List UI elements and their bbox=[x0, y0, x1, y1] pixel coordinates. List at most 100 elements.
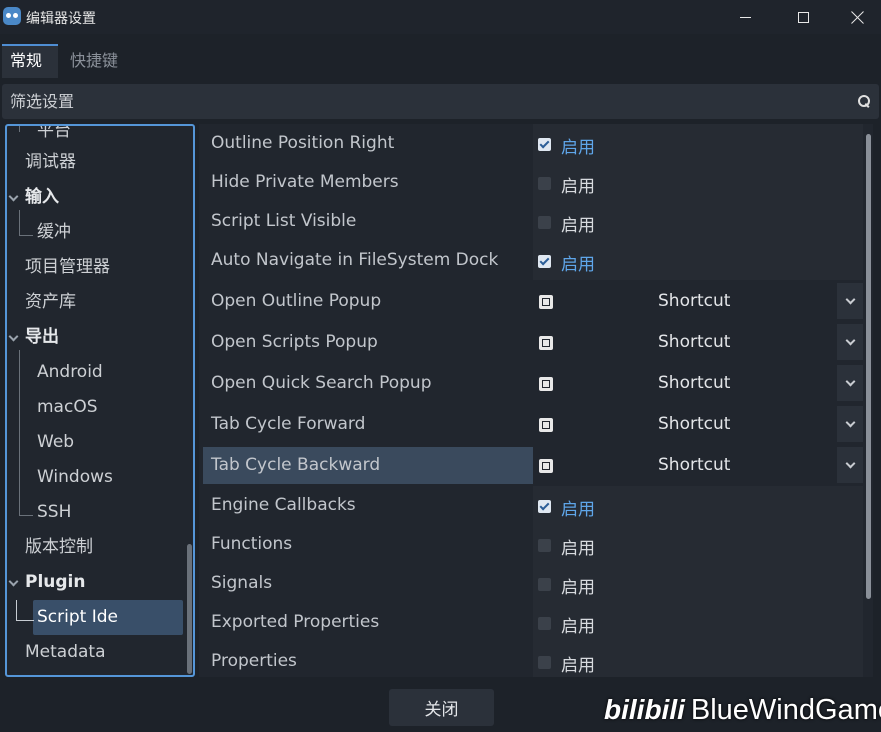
minimize-button[interactable] bbox=[716, 0, 774, 34]
checkbox[interactable] bbox=[538, 578, 551, 591]
tab-general[interactable]: 常规 bbox=[2, 44, 58, 78]
title-bar: 编辑器设置 bbox=[0, 0, 881, 34]
setting-row: Auto Navigate in FileSystem Dock 启用 bbox=[203, 241, 863, 280]
sidebar-scrollbar[interactable] bbox=[187, 544, 192, 674]
tree-item-label: Plugin bbox=[25, 572, 86, 592]
tree-item-label: Web bbox=[37, 432, 75, 452]
setting-label: Open Quick Search Popup bbox=[211, 373, 432, 393]
shortcut-value[interactable]: Shortcut bbox=[658, 291, 730, 311]
tree-item-label: 输入 bbox=[25, 187, 59, 207]
minimize-icon bbox=[739, 16, 751, 18]
tree-item-version-control[interactable]: 版本控制 bbox=[7, 530, 187, 565]
tree-item-input[interactable]: 输入 bbox=[7, 180, 187, 215]
tree-item-label: Script Ide bbox=[37, 607, 118, 627]
checkbox-label[interactable]: 启用 bbox=[561, 250, 595, 275]
tree-item-windows[interactable]: Windows bbox=[7, 460, 187, 495]
tree-item-label: 项目管理器 bbox=[25, 257, 110, 277]
setting-label: Script List Visible bbox=[211, 211, 357, 231]
setting-label: Properties bbox=[211, 651, 297, 671]
checkbox-label[interactable]: 启用 bbox=[561, 534, 595, 559]
setting-label: Auto Navigate in FileSystem Dock bbox=[211, 250, 499, 270]
checkbox-label[interactable]: 启用 bbox=[561, 612, 595, 637]
shortcut-value[interactable]: Shortcut bbox=[658, 455, 730, 475]
checkbox[interactable] bbox=[538, 216, 551, 229]
setting-row: Functions 启用 bbox=[203, 525, 863, 564]
shortcut-dropdown-button[interactable] bbox=[837, 447, 863, 483]
checkbox-label[interactable]: 启用 bbox=[561, 573, 595, 598]
shortcut-icon bbox=[539, 336, 553, 350]
setting-row: Script List Visible 启用 bbox=[203, 202, 863, 241]
tree-item-label: SSH bbox=[37, 502, 72, 522]
setting-label: Open Scripts Popup bbox=[211, 332, 378, 352]
setting-row: Engine Callbacks 启用 bbox=[203, 486, 863, 525]
setting-row: Hide Private Members 启用 bbox=[203, 163, 863, 202]
window-title: 编辑器设置 bbox=[26, 11, 96, 27]
setting-label: Exported Properties bbox=[211, 612, 380, 632]
watermark-text: BlueWindGame bbox=[690, 694, 881, 726]
chevron-down-icon[interactable] bbox=[8, 576, 19, 587]
tab-shortcuts[interactable]: 快捷键 bbox=[62, 44, 126, 78]
shortcut-dropdown-button[interactable] bbox=[837, 406, 863, 442]
shortcut-value[interactable]: Shortcut bbox=[658, 414, 730, 434]
tree-item-asset-library[interactable]: 资产库 bbox=[7, 285, 187, 320]
tree-item-label: Android bbox=[37, 362, 103, 382]
checkbox[interactable] bbox=[538, 539, 551, 552]
checkbox[interactable] bbox=[538, 255, 551, 268]
setting-row: Signals 启用 bbox=[203, 564, 863, 603]
checkbox[interactable] bbox=[538, 500, 551, 513]
shortcut-dropdown-button[interactable] bbox=[837, 365, 863, 401]
checkbox-label[interactable]: 启用 bbox=[561, 211, 595, 236]
tree-item-project-manager[interactable]: 项目管理器 bbox=[7, 250, 187, 285]
settings-category-tree[interactable]: 平台 调试器 输入 缓冲 项目管理器 资产库 导出 Android macOS … bbox=[5, 124, 195, 677]
settings-scrollbar[interactable] bbox=[866, 134, 871, 599]
tree-item-label: 资产库 bbox=[25, 292, 76, 312]
checkbox-label[interactable]: 启用 bbox=[561, 172, 595, 197]
checkbox-label[interactable]: 启用 bbox=[561, 133, 595, 158]
shortcut-dropdown-button[interactable] bbox=[837, 324, 863, 360]
maximize-button[interactable] bbox=[774, 0, 832, 34]
setting-row: Open Quick Search Popup Shortcut bbox=[203, 363, 863, 404]
chevron-down-icon[interactable] bbox=[8, 331, 19, 342]
bilibili-logo: bilibili bbox=[604, 694, 685, 725]
tab-bar: 常规 快捷键 bbox=[0, 44, 881, 78]
close-window-button[interactable] bbox=[833, 0, 881, 34]
checkbox[interactable] bbox=[538, 656, 551, 669]
shortcut-value[interactable]: Shortcut bbox=[658, 332, 730, 352]
setting-row-selected[interactable]: Tab Cycle Backward Shortcut bbox=[203, 445, 863, 486]
setting-label: Engine Callbacks bbox=[211, 495, 356, 515]
tree-item-metadata[interactable]: Metadata bbox=[7, 635, 187, 670]
setting-label: Functions bbox=[211, 534, 293, 554]
setting-row: Properties 启用 bbox=[203, 642, 863, 677]
checkbox-label[interactable]: 启用 bbox=[561, 495, 595, 520]
filter-settings-input[interactable] bbox=[2, 84, 852, 119]
tree-item-export[interactable]: 导出 bbox=[7, 320, 187, 355]
tree-item-label: Windows bbox=[37, 467, 113, 487]
setting-label: Outline Position Right bbox=[211, 133, 395, 153]
tree-item-plugin[interactable]: Plugin bbox=[7, 565, 187, 600]
shortcut-dropdown-button[interactable] bbox=[837, 283, 863, 319]
tree-item-label: 版本控制 bbox=[25, 537, 93, 557]
chevron-down-icon[interactable] bbox=[8, 191, 19, 202]
checkbox[interactable] bbox=[538, 177, 551, 190]
filter-bar bbox=[2, 84, 879, 119]
close-button[interactable]: 关闭 bbox=[389, 689, 494, 726]
tree-item-label: 调试器 bbox=[25, 152, 76, 172]
checkbox[interactable] bbox=[538, 617, 551, 630]
tree-item-web[interactable]: Web bbox=[7, 425, 187, 460]
setting-row: Open Outline Popup Shortcut bbox=[203, 281, 863, 322]
setting-label: Tab Cycle Backward bbox=[211, 455, 381, 475]
tree-item-macos[interactable]: macOS bbox=[7, 390, 187, 425]
setting-label: Hide Private Members bbox=[211, 172, 399, 192]
tree-item-ssh[interactable]: SSH bbox=[7, 495, 187, 530]
checkbox-label[interactable]: 启用 bbox=[561, 651, 595, 676]
shortcut-value[interactable]: Shortcut bbox=[658, 373, 730, 393]
checkbox[interactable] bbox=[538, 138, 551, 151]
tree-item-android[interactable]: Android bbox=[7, 355, 187, 390]
tree-item-label: 缓冲 bbox=[37, 222, 71, 242]
tree-item-debugger[interactable]: 调试器 bbox=[7, 145, 187, 180]
maximize-icon bbox=[797, 11, 809, 23]
setting-row: Tab Cycle Forward Shortcut bbox=[203, 404, 863, 445]
tree-item-script-ide[interactable]: Script Ide bbox=[7, 600, 187, 635]
tree-item-buffering[interactable]: 缓冲 bbox=[7, 215, 187, 250]
tree-item-label: Metadata bbox=[25, 642, 106, 662]
